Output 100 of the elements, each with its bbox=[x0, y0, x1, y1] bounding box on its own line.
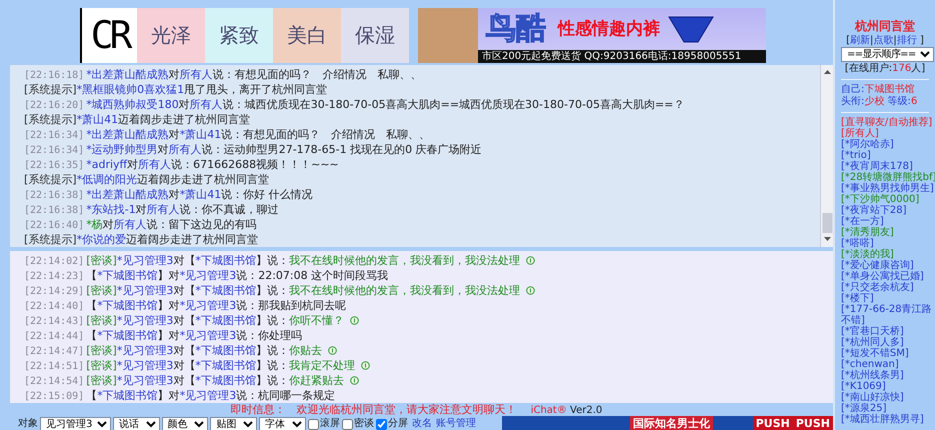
checkbox[interactable] bbox=[342, 418, 353, 430]
timestamp: [22:16:18] bbox=[24, 70, 84, 81]
user-list-item[interactable]: [*夜宵站下28] bbox=[841, 205, 935, 216]
ad-banner: PUSH bbox=[752, 416, 793, 430]
dropdown[interactable]: 说话 bbox=[113, 417, 160, 430]
user-list-item[interactable]: [*杭州线条男] bbox=[841, 370, 935, 381]
timestamp: [22:16:34] bbox=[24, 145, 84, 156]
chat-message: [密谈]*见习管理3对【*下城图书馆】说：我不在线时候他的发言，我没看到，我没法处理 bbox=[86, 284, 520, 297]
chat-message: [系统提示]*低调的阳光迈着阔步走进了杭州同言堂 bbox=[24, 173, 270, 186]
user-list-item[interactable]: [直寻聊友/自动推荐] bbox=[841, 117, 935, 128]
user-list-item[interactable]: [*杭州同人多] bbox=[841, 337, 935, 348]
user-list-item[interactable]: [*夜宵周末178] bbox=[841, 161, 935, 172]
banner-tile: 保湿 bbox=[341, 8, 409, 63]
ad-banner: 国际知名男士化 bbox=[630, 416, 713, 430]
user-list-item[interactable]: [*城西壮胖熟男寻] bbox=[841, 414, 935, 425]
ad-banner[interactable]: 鸟酷 性感情趣内裤 市区200元起免费送货 QQ:9203166电话:18958005551 bbox=[418, 8, 766, 63]
checkbox-label: 滚屏 bbox=[320, 417, 340, 430]
checkbox[interactable] bbox=[308, 418, 319, 430]
checkbox-label: 分屏 bbox=[388, 417, 408, 430]
banner-tile: 紧致 bbox=[205, 8, 273, 63]
scrollbar[interactable] bbox=[820, 65, 833, 247]
timestamp: [22:14:44] bbox=[24, 331, 84, 342]
ad-brand: 鸟酷 bbox=[486, 10, 546, 48]
user-list-item[interactable]: [*K1069] bbox=[841, 381, 935, 392]
user-list-item[interactable]: [*chenwan] bbox=[841, 359, 935, 370]
user-list-item[interactable]: [*源泉25] bbox=[841, 403, 935, 414]
chat-message: 【*下城图书馆】对*见习管理3说：你处理吗 bbox=[86, 329, 302, 342]
ad-slogan: 性感情趣内裤 bbox=[558, 18, 660, 41]
chat-message: *杨对所有人说：留下这边见的有吗 bbox=[86, 218, 257, 231]
online-count: [在线用户:176人] bbox=[844, 62, 926, 75]
timestamp: [22:16:20] bbox=[24, 100, 84, 111]
chat-message: [系统提示]*萧山41迈着阔步走进了杭州同言堂 bbox=[24, 113, 250, 126]
chat-message: [系统提示]*你说的爱迈着阔步走进了杭州同言堂 bbox=[24, 233, 258, 246]
underwear-drawing bbox=[668, 16, 714, 42]
chat-message: [密谈]*见习管理3对【*下城图书馆】说：你贴去 bbox=[86, 344, 322, 357]
user-list-item[interactable]: [*短发不错SM] bbox=[841, 348, 935, 359]
timestamp: [22:14:54] bbox=[24, 376, 84, 387]
menu-links: [刷新|点歌|排行 ] bbox=[845, 34, 925, 47]
room-title: 杭州同言堂 bbox=[854, 18, 916, 34]
user-list-item[interactable]: [*事业熟男找帅男生] bbox=[841, 183, 935, 194]
dropdown[interactable]: 见习管理3 bbox=[40, 417, 111, 430]
notice-text: 即时信息： 欢迎光临杭州同言堂，请大家注意文明聊天！ bbox=[230, 403, 517, 416]
timestamp: [22:16:38] bbox=[24, 190, 84, 201]
timestamp: [22:16:34] bbox=[24, 130, 84, 141]
user-list-item[interactable]: [*下沙帅气0000] bbox=[841, 194, 935, 205]
checkbox[interactable] bbox=[376, 418, 387, 430]
chat-message: [密谈]*见习管理3对【*下城图书馆】说：你听不懂？ bbox=[86, 314, 344, 327]
user-list-item[interactable]: [*官巷口天桥] bbox=[841, 326, 935, 337]
timestamp: [22:14:29] bbox=[24, 286, 84, 297]
user-list-item[interactable]: [*淡淡的我] bbox=[841, 249, 935, 260]
chat-message: 【*下城图书馆】对*见习管理3说：22:07:08 这个时间段骂我 bbox=[86, 269, 388, 282]
timestamp: [22:14:02] bbox=[24, 256, 84, 267]
dropdown[interactable]: 贴图 bbox=[210, 417, 258, 430]
user-list-item[interactable]: [*清秀朋友] bbox=[841, 227, 935, 238]
photo-placeholder bbox=[418, 8, 478, 63]
timestamp: [22:16:35] bbox=[24, 160, 84, 171]
link[interactable]: 账号管理 bbox=[436, 417, 476, 430]
user-list-item[interactable]: [*在一方] bbox=[841, 216, 935, 227]
sort-dropdown[interactable]: ==显示顺序== bbox=[841, 47, 934, 62]
timestamp: [22:16:38] bbox=[24, 205, 84, 216]
link[interactable]: 改名 bbox=[412, 417, 432, 430]
user-list-item[interactable]: [*177-66-28青江路不错] bbox=[841, 304, 935, 326]
chat-message: *adriyff对所有人说：671662688视频！！！~~~ bbox=[86, 158, 339, 171]
chat-message: 【*下城图书馆】对*见习管理3说：杭同哪一条规定 bbox=[86, 389, 336, 402]
user-list-item[interactable]: [*只交老余杭友] bbox=[841, 282, 935, 293]
banner-tile: 美白 bbox=[273, 8, 341, 63]
user-list-item[interactable]: [*嗒嗒] bbox=[841, 238, 935, 249]
logo: CR bbox=[80, 8, 137, 63]
chat-message: *城西熟帅叔受180对所有人说：城西优质现在30-180-70-05喜高大肌肉==城西优质现在30-180-70-05喜高大肌肉==？ bbox=[86, 98, 684, 111]
dropdown[interactable]: 颜色 bbox=[162, 417, 208, 430]
menu-link[interactable]: 点歌 bbox=[873, 35, 894, 46]
chat-message: *出差萧山酷成熟对*萧山41说：有想见面的吗？ 介绍情况 私聊、、 bbox=[86, 128, 430, 141]
banner-tile: 光泽 bbox=[137, 8, 205, 63]
user-list-item[interactable]: [*阿尔哈赤] bbox=[841, 139, 935, 150]
chat-message: *出差萧山酷成熟对*萧山41说：你好 什么情况 bbox=[86, 188, 313, 201]
chat-message: [系统提示]*黑框眼镜帅0喜欢猛1甩了甩头，离开了杭州同言堂 bbox=[24, 83, 328, 96]
user-list-item[interactable]: [*南山好凉快] bbox=[841, 392, 935, 403]
user-list-item[interactable]: [*单身公寓找已婚] bbox=[841, 271, 935, 282]
user-list-item[interactable]: [*爱心健康咨询] bbox=[841, 260, 935, 271]
dropdown[interactable]: 字体 bbox=[259, 417, 306, 430]
timestamp: [22:14:51] bbox=[24, 361, 84, 372]
timestamp: [22:14:40] bbox=[24, 301, 84, 312]
user-list-item[interactable]: [*trio] bbox=[841, 150, 935, 161]
target-label: 对象 bbox=[18, 417, 38, 430]
chat-message: *东站找-1对所有人说：你不真诚，聊过 bbox=[86, 203, 279, 216]
user-list-item[interactable]: [*楼下] bbox=[841, 293, 935, 304]
menu-link[interactable]: 刷新 bbox=[850, 35, 870, 46]
menu-link[interactable]: 排行 bbox=[896, 35, 917, 46]
user-list-item[interactable]: [所有人] bbox=[841, 128, 935, 139]
timestamp: [22:14:47] bbox=[24, 346, 84, 357]
chat-message: 【*下城图书馆】对*见习管理3说：那我贴到杭同去呢 bbox=[86, 299, 346, 312]
chat-message: *运动野帅型男对所有人说：运动帅型男27-178-65-1 找现在见的0 庆春广场附近 bbox=[86, 143, 482, 156]
self-name: 自己:下城图书馆 bbox=[841, 84, 916, 96]
timestamp: [22:14:43] bbox=[24, 316, 84, 327]
chat-message: [密谈]*见习管理3对【*下城图书馆】说：我肯定不处理 bbox=[86, 359, 355, 372]
ad-banner: PUSH bbox=[792, 416, 833, 430]
rank-level: 头衔:少校 等级:6 bbox=[841, 96, 918, 108]
version-text: iChat® Ver2.0 bbox=[530, 405, 602, 416]
chat-message: [密谈]*见习管理3对【*下城图书馆】说：我不在线时候他的发言，我没看到，我没法处理 bbox=[86, 254, 520, 267]
chat-message: [密谈]*见习管理3对【*下城图书馆】说：你赶紧贴去 bbox=[86, 374, 344, 387]
